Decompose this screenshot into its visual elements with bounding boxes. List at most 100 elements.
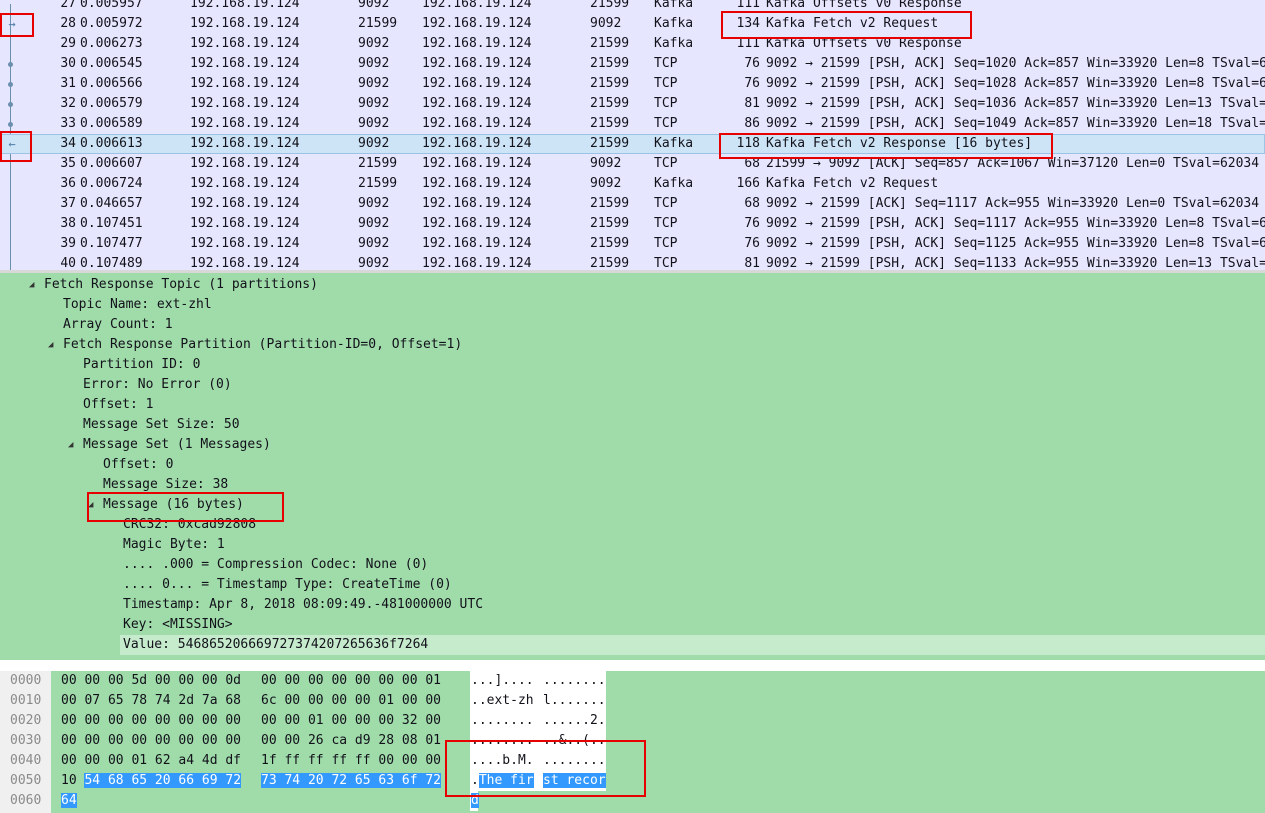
- pane-splitter-bottom[interactable]: [0, 660, 1265, 671]
- detail-field[interactable]: Offset: 0: [103, 455, 173, 475]
- packet-destination-port: 21599: [590, 196, 630, 211]
- ascii-group[interactable]: ......2.: [543, 711, 606, 731]
- packet-row[interactable]: 40 0.107489 192.168.19.124 9092 192.168.19.1…: [0, 254, 1265, 270]
- hex-bytes-group[interactable]: 00 00 00 00 00 00 00 00: [61, 731, 241, 751]
- ascii-group[interactable]: l.......: [543, 691, 606, 711]
- packet-destination-port: 21599: [590, 256, 630, 270]
- related-packet-dot-icon: [8, 122, 13, 127]
- ascii-group[interactable]: ........: [471, 711, 534, 731]
- packet-protocol: TCP: [654, 96, 678, 111]
- hex-bytes-group[interactable]: 00 00 26 ca d9 28 08 01: [261, 731, 441, 751]
- packet-row[interactable]: 31 0.006566 192.168.19.124 9092 192.168.19.1…: [0, 74, 1265, 94]
- detail-field[interactable]: Value: 546865206669727374207265636f7264: [123, 635, 428, 655]
- packet-destination-port: 9092: [590, 156, 622, 171]
- packet-number: 30: [60, 56, 76, 71]
- hex-bytes-group[interactable]: 00 00 00 00 00 00 00 01: [261, 671, 441, 691]
- packet-row[interactable]: 35 0.006607 192.168.19.124 21599 192.168.19.…: [0, 154, 1265, 174]
- detail-field[interactable]: Message Set (1 Messages): [83, 435, 271, 455]
- packet-info: 9092 → 21599 [PSH, ACK] Seq=1049 Ack=857…: [766, 116, 1265, 131]
- hex-bytes-group[interactable]: 00 07 65 78 74 2d 7a 68: [61, 691, 241, 711]
- response-arrow-icon: ←: [8, 137, 16, 151]
- hex-offset[interactable]: 0040: [10, 751, 41, 771]
- packet-protocol: TCP: [654, 76, 678, 91]
- ascii-group[interactable]: ..&..(..: [543, 731, 606, 751]
- hex-offset[interactable]: 0050: [10, 771, 41, 791]
- detail-field[interactable]: Timestamp: Apr 8, 2018 08:09:49.-4810000…: [123, 595, 483, 615]
- ascii-group[interactable]: .The fir: [471, 771, 534, 791]
- packet-length: 86: [744, 116, 760, 131]
- detail-field[interactable]: Key: <MISSING>: [123, 615, 233, 635]
- detail-field[interactable]: Offset: 1: [83, 395, 153, 415]
- packet-length: 111: [736, 0, 760, 11]
- detail-field[interactable]: .... 0... = Timestamp Type: CreateTime (…: [123, 575, 452, 595]
- packet-row[interactable]: 32 0.006579 192.168.19.124 9092 192.168.19.1…: [0, 94, 1265, 114]
- detail-field[interactable]: CRC32: 0xcad92808: [123, 515, 256, 535]
- packet-protocol: TCP: [654, 236, 678, 251]
- ascii-group[interactable]: st recor: [543, 771, 606, 791]
- packet-info: 9092 → 21599 [PSH, ACK] Seq=1117 Ack=955…: [766, 216, 1265, 231]
- packet-row[interactable]: 33 0.006589 192.168.19.124 9092 192.168.19.1…: [0, 114, 1265, 134]
- hex-bytes-group[interactable]: 6c 00 00 00 00 01 00 00: [261, 691, 441, 711]
- hex-bytes-group[interactable]: 00 00 01 00 00 00 32 00: [261, 711, 441, 731]
- hex-offset[interactable]: 0030: [10, 731, 41, 751]
- packet-details-pane[interactable]: ◢ Fetch Response Topic (1 partitions) Topi…: [0, 273, 1265, 660]
- ascii-group[interactable]: ........: [471, 731, 534, 751]
- detail-field[interactable]: Magic Byte: 1: [123, 535, 225, 555]
- packet-row[interactable]: 34 0.006613 192.168.19.124 9092 192.168.19.1…: [0, 134, 1265, 154]
- tree-expand-icon[interactable]: ◢: [29, 275, 39, 295]
- hex-offset[interactable]: 0020: [10, 711, 41, 731]
- detail-field[interactable]: Message Size: 38: [103, 475, 228, 495]
- packet-bytes-pane[interactable]: 0000 00 00 00 5d 00 00 00 0d 00 00 00 00 0…: [0, 671, 1265, 813]
- tree-expand-icon[interactable]: ◢: [48, 335, 58, 355]
- packet-time: 0.046657: [80, 196, 143, 211]
- packet-row[interactable]: 27 0.005957 192.168.19.124 9092 192.168.19.1…: [0, 0, 1265, 14]
- ascii-group[interactable]: ........: [543, 751, 606, 771]
- detail-field[interactable]: .... .000 = Compression Codec: None (0): [123, 555, 428, 575]
- ascii-group[interactable]: ..ext-zh: [471, 691, 534, 711]
- detail-field[interactable]: Fetch Response Partition (Partition-ID=0…: [63, 335, 462, 355]
- packet-row[interactable]: 28 0.005972 192.168.19.124 21599 192.168.19.…: [0, 14, 1265, 34]
- detail-field[interactable]: Message (16 bytes): [103, 495, 244, 515]
- packet-row[interactable]: 38 0.107451 192.168.19.124 9092 192.168.19.1…: [0, 214, 1265, 234]
- detail-field[interactable]: Array Count: 1: [63, 315, 173, 335]
- packet-row[interactable]: 37 0.046657 192.168.19.124 9092 192.168.19.1…: [0, 194, 1265, 214]
- packet-row[interactable]: 30 0.006545 192.168.19.124 9092 192.168.19.1…: [0, 54, 1265, 74]
- ascii-group[interactable]: ....b.M.: [471, 751, 534, 771]
- hex-offset[interactable]: 0010: [10, 691, 41, 711]
- packet-source-port: 9092: [358, 136, 390, 151]
- hex-bytes-group[interactable]: 64: [61, 791, 77, 811]
- ascii-group[interactable]: ...]....: [471, 671, 534, 691]
- ascii-group[interactable]: ........: [543, 671, 606, 691]
- hex-bytes-group[interactable]: 00 00 00 00 00 00 00 00: [61, 711, 241, 731]
- packet-list[interactable]: 27 0.005957 192.168.19.124 9092 192.168.19.1…: [0, 0, 1265, 270]
- ascii-text: ....b.M.: [471, 753, 534, 768]
- hex-bytes-group[interactable]: 00 00 00 5d 00 00 00 0d: [61, 671, 241, 691]
- packet-row[interactable]: 29 0.006273 192.168.19.124 9092 192.168.19.1…: [0, 34, 1265, 54]
- packet-source: 192.168.19.124: [190, 236, 300, 251]
- detail-field[interactable]: Partition ID: 0: [83, 355, 200, 375]
- packet-info: 9092 → 21599 [PSH, ACK] Seq=1036 Ack=857…: [766, 96, 1265, 111]
- packet-number: 35: [60, 156, 76, 171]
- hex-bytes-group[interactable]: 73 74 20 72 65 63 6f 72: [261, 771, 442, 791]
- detail-field[interactable]: Fetch Response Topic (1 partitions): [44, 275, 318, 295]
- ascii-group[interactable]: d: [471, 791, 479, 811]
- detail-field[interactable]: Message Set Size: 50: [83, 415, 240, 435]
- tree-expand-icon[interactable]: ◢: [68, 435, 78, 455]
- packet-destination-port: 21599: [590, 0, 630, 11]
- packet-source: 192.168.19.124: [190, 0, 300, 11]
- packet-row[interactable]: 36 0.006724 192.168.19.124 21599 192.168.19.…: [0, 174, 1265, 194]
- detail-field[interactable]: Topic Name: ext-zhl: [63, 295, 212, 315]
- hex-offset[interactable]: 0000: [10, 671, 41, 691]
- ascii-text: ........: [471, 733, 534, 748]
- packet-row[interactable]: 39 0.107477 192.168.19.124 9092 192.168.19.1…: [0, 234, 1265, 254]
- hex-bytes-group[interactable]: 1f ff ff ff ff 00 00 00: [261, 751, 441, 771]
- hex-offset[interactable]: 0060: [10, 791, 41, 811]
- tree-expand-icon[interactable]: ◢: [88, 495, 98, 515]
- packet-info: Kafka Offsets v0 Response: [766, 0, 962, 11]
- hex-bytes-group[interactable]: 10 54 68 65 20 66 69 72: [61, 771, 242, 791]
- packet-time: 0.006613: [80, 136, 143, 151]
- hex-bytes-group[interactable]: 00 00 00 01 62 a4 4d df: [61, 751, 241, 771]
- packet-number: 28: [60, 16, 76, 31]
- packet-source-port: 9092: [358, 76, 390, 91]
- detail-field[interactable]: Error: No Error (0): [83, 375, 232, 395]
